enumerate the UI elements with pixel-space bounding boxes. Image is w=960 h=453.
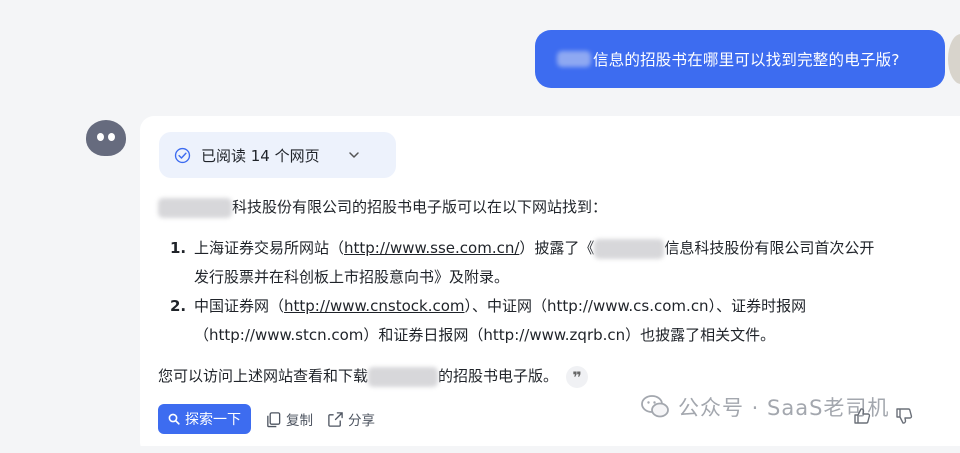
reading-status-text: 已阅读 14 个网页 [201, 146, 320, 165]
list-item-text: ）披露了《 [519, 239, 595, 257]
quote-icon[interactable]: ❞ [566, 365, 589, 388]
copy-button-label: 复制 [286, 413, 313, 429]
wechat-icon [641, 395, 669, 418]
user-avatar [948, 34, 960, 84]
list-item-text: 中国证券网（ [194, 297, 285, 315]
answer-outro: 您可以访问上述网站查看和下载 的招股书电子版。 ❞ [158, 361, 589, 391]
user-message-text: 信息的招股书在哪里可以找到完整的电子版? [593, 51, 900, 69]
feedback-icons [852, 406, 936, 426]
list-item-line-1: 中国证券网（http://www.cnstock.com）、中证网（http:/… [194, 292, 874, 321]
chevron-down-icon [348, 152, 359, 158]
answer-outro-text: 您可以访问上述网站查看和下载 [158, 367, 369, 385]
list-item-line-2: 发行股票并在科创板上市招股意向书》及附录。 [194, 268, 510, 286]
list-item: 1. 上海证券交易所网站（http://www.sse.com.cn/）披露了《… [170, 234, 874, 292]
explore-button[interactable]: 探索一下 [158, 404, 251, 434]
share-button[interactable]: 分享 [327, 409, 375, 429]
thumbs-down-icon[interactable] [894, 406, 914, 426]
link-sse[interactable]: http://www.sse.com.cn/ [344, 239, 519, 257]
list-item-line-2: （http://www.stcn.com）和证券日报网（http://www.z… [194, 326, 776, 344]
search-icon [168, 413, 180, 425]
list-item-text: ）、中证网（http://www.cs.com.cn）、证券时报网 [464, 297, 807, 315]
list-item-number: 2. [170, 297, 187, 315]
share-icon [328, 411, 343, 427]
answer-outro-text: 的招股书电子版。 [438, 367, 559, 385]
list-item: 2. 中国证券网（http://www.cnstock.com）、中证网（htt… [170, 292, 874, 350]
link-cnstock[interactable]: http://www.cnstock.com [284, 297, 465, 315]
bot-avatar [86, 120, 126, 156]
list-item-line-1: 上海证券交易所网站（http://www.sse.com.cn/）披露了《 信息科… [194, 234, 874, 263]
list-item-text: 上海证券交易所网站（ [194, 239, 345, 257]
redacted-name [557, 51, 591, 67]
redacted-name [368, 366, 439, 387]
explore-button-label: 探索一下 [185, 412, 241, 428]
source-list: 1. 上海证券交易所网站（http://www.sse.com.cn/）披露了《… [170, 234, 874, 350]
redacted-name [594, 238, 665, 259]
reading-status-pill[interactable]: 已阅读 14 个网页 [159, 132, 396, 178]
thumbs-up-icon[interactable] [852, 406, 872, 426]
list-item-text: 信息科技股份有限公司首次公开 [664, 239, 875, 257]
answer-intro-text: 科技股份有限公司的招股书电子版可以在以下网站找到： [232, 198, 608, 216]
answer-intro: 科技股份有限公司的招股书电子版可以在以下网站找到： [158, 192, 607, 222]
check-circle-icon [174, 147, 191, 163]
share-button-label: 分享 [348, 413, 375, 429]
list-item-number: 1. [170, 239, 187, 257]
user-message-bubble: 信息的招股书在哪里可以找到完整的电子版? [535, 30, 945, 88]
redacted-name [158, 197, 232, 218]
copy-button[interactable]: 复制 [265, 409, 313, 429]
page-bottom-edge [0, 446, 960, 453]
action-bar: 探索一下 复制 分享 [158, 404, 375, 434]
copy-icon [267, 411, 281, 427]
